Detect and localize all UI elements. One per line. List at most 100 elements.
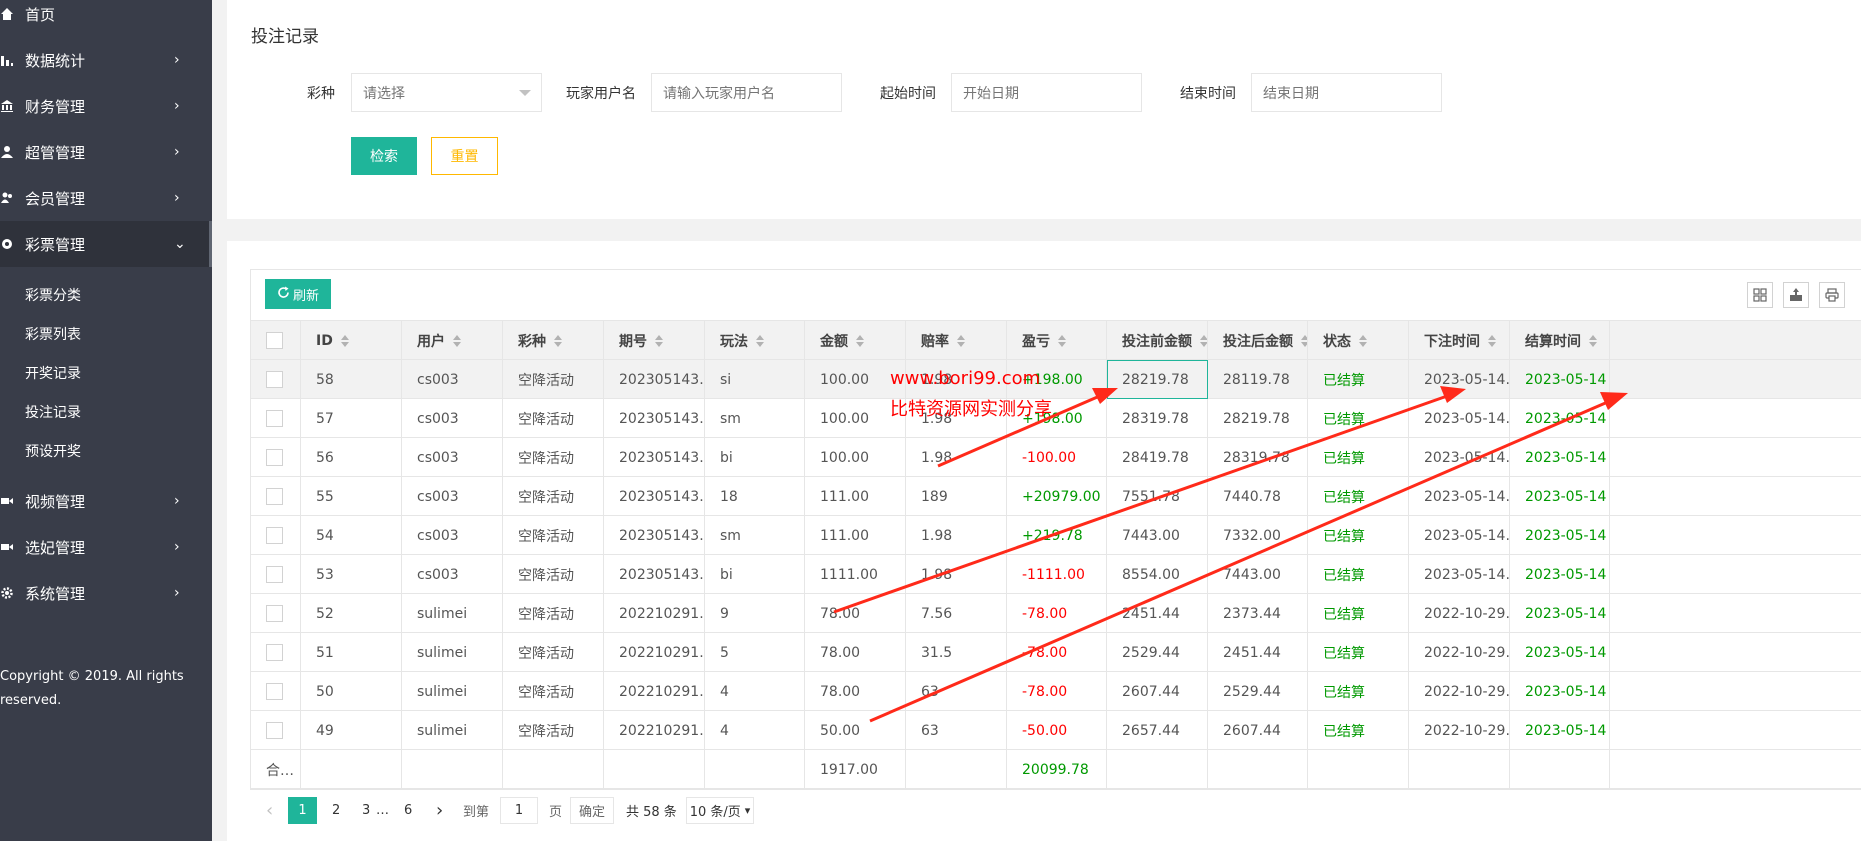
table-cell: 28319.78 bbox=[1107, 399, 1208, 438]
table-cell bbox=[604, 750, 705, 789]
row-select-cell bbox=[251, 516, 301, 555]
select-all-checkbox[interactable] bbox=[266, 332, 283, 349]
refresh-button[interactable]: 刷新 bbox=[265, 279, 331, 309]
table-cell: cs003 bbox=[402, 399, 503, 438]
print-icon[interactable] bbox=[1819, 282, 1845, 308]
page-size-select[interactable]: 10 条/页 ▾ bbox=[686, 797, 754, 824]
chevron-down-icon: ▾ bbox=[744, 804, 751, 817]
table-cell: cs003 bbox=[402, 477, 503, 516]
end-date-input[interactable]: 结束日期 bbox=[1251, 73, 1442, 112]
row-checkbox[interactable] bbox=[266, 488, 283, 505]
column-header[interactable]: 用户 bbox=[402, 321, 503, 360]
row-checkbox[interactable] bbox=[266, 527, 283, 544]
table-cell: 53 bbox=[301, 555, 402, 594]
table-cell: cs003 bbox=[402, 360, 503, 399]
sort-icon[interactable] bbox=[856, 334, 864, 347]
page-3-button[interactable]: 3 bbox=[362, 797, 370, 824]
sort-icon[interactable] bbox=[453, 334, 461, 347]
table-cell: 2657.44 bbox=[1107, 711, 1208, 750]
sort-icon[interactable] bbox=[957, 334, 965, 347]
player-input[interactable]: 请输入玩家用户名 bbox=[651, 73, 842, 112]
sidebar-subitem-draw-record[interactable]: 开奖记录 bbox=[25, 363, 81, 383]
row-checkbox[interactable] bbox=[266, 371, 283, 388]
sidebar-subitem-preset-draw[interactable]: 预设开奖 bbox=[25, 441, 81, 461]
column-header[interactable]: 投注后金额 bbox=[1208, 321, 1308, 360]
row-select-cell bbox=[251, 555, 301, 594]
table-cell: 1111.00 bbox=[805, 555, 906, 594]
table-cell: 78.00 bbox=[805, 633, 906, 672]
row-checkbox[interactable] bbox=[266, 566, 283, 583]
columns-filter-icon[interactable] bbox=[1747, 282, 1773, 308]
prev-page-button[interactable]: ‹ bbox=[266, 797, 273, 824]
nav-item-system[interactable]: 系统管理 › bbox=[0, 570, 212, 616]
column-header[interactable]: 投注前金额 bbox=[1107, 321, 1208, 360]
sort-icon[interactable] bbox=[1488, 334, 1496, 347]
column-header[interactable]: 结算时间 bbox=[1510, 321, 1610, 360]
column-header[interactable]: 状态 bbox=[1308, 321, 1409, 360]
sort-icon[interactable] bbox=[1589, 334, 1597, 347]
table-cell: 2022-10-29… bbox=[1409, 633, 1510, 672]
table-cell: 2022-10-29… bbox=[1409, 594, 1510, 633]
nav-item-stats[interactable]: 数据统计 › bbox=[0, 37, 212, 83]
column-header[interactable]: 金额 bbox=[805, 321, 906, 360]
row-checkbox[interactable] bbox=[266, 683, 283, 700]
table-cell: 空降活动 bbox=[503, 399, 604, 438]
next-page-button[interactable]: › bbox=[436, 797, 443, 824]
table-cell bbox=[402, 750, 503, 789]
bar-chart-icon bbox=[0, 53, 14, 67]
nav-item-finance[interactable]: 财务管理 › bbox=[0, 83, 212, 129]
row-checkbox[interactable] bbox=[266, 644, 283, 661]
nav-item-concubine[interactable]: 选妃管理 › bbox=[0, 524, 212, 570]
row-checkbox[interactable] bbox=[266, 410, 283, 427]
table-cell: 4 bbox=[705, 672, 805, 711]
table-cell: 2023-05-14… bbox=[1409, 477, 1510, 516]
row-checkbox[interactable] bbox=[266, 449, 283, 466]
page-6-button[interactable]: 6 bbox=[404, 797, 412, 824]
video-icon bbox=[0, 540, 14, 554]
sort-icon[interactable] bbox=[340, 334, 349, 347]
export-icon[interactable] bbox=[1783, 282, 1809, 308]
sidebar-subitem-list[interactable]: 彩票列表 bbox=[25, 324, 81, 344]
nav-item-video[interactable]: 视频管理 › bbox=[0, 478, 212, 524]
lottery-select[interactable]: 请选择 bbox=[351, 73, 542, 112]
page-1-button[interactable]: 1 bbox=[288, 797, 317, 824]
nav-item-home[interactable]: 首页 bbox=[0, 0, 212, 37]
table-cell: 2529.44 bbox=[1208, 672, 1308, 711]
column-header[interactable]: 盈亏 bbox=[1007, 321, 1107, 360]
column-header[interactable]: 期号 bbox=[604, 321, 705, 360]
table-row: 53 cs003 空降活动 202305143… bi 1111.00 1.98 -1111.… bbox=[251, 555, 1861, 594]
nav-item-members[interactable]: 会员管理 › bbox=[0, 175, 212, 221]
sort-icon[interactable] bbox=[655, 334, 663, 347]
page-2-button[interactable]: 2 bbox=[332, 797, 340, 824]
nav-item-lottery[interactable]: 彩票管理 ⌄ bbox=[0, 221, 212, 267]
sidebar-subitem-category[interactable]: 彩票分类 bbox=[25, 285, 81, 305]
column-header[interactable]: 玩法 bbox=[705, 321, 805, 360]
column-header[interactable]: 赔率 bbox=[906, 321, 1007, 360]
sidebar: 首页 数据统计 › 财务管理 › 超管管理 › 会员管理 › 彩票管理 ⌄ 彩票… bbox=[0, 0, 212, 841]
sort-icon[interactable] bbox=[1301, 334, 1307, 347]
sort-icon[interactable] bbox=[756, 334, 764, 347]
table-cell: 28219.78 bbox=[1208, 399, 1308, 438]
table-row: 56 cs003 空降活动 202305143… bi 100.00 1.98 -100.00… bbox=[251, 438, 1861, 477]
sort-icon[interactable] bbox=[1359, 334, 1367, 347]
nav-item-admin[interactable]: 超管管理 › bbox=[0, 129, 212, 175]
reset-button[interactable]: 重置 bbox=[431, 137, 498, 175]
search-button[interactable]: 检索 bbox=[351, 137, 417, 175]
sort-icon[interactable] bbox=[554, 334, 562, 347]
sort-icon[interactable] bbox=[1058, 334, 1066, 347]
sort-icon[interactable] bbox=[1200, 334, 1207, 347]
column-header[interactable]: ID bbox=[301, 321, 402, 360]
chevron-right-icon: › bbox=[174, 190, 180, 206]
player-label: 玩家用户名 bbox=[566, 86, 636, 102]
row-checkbox[interactable] bbox=[266, 605, 283, 622]
sidebar-subitem-bet-record[interactable]: 投注记录 bbox=[25, 402, 81, 422]
goto-page-input[interactable]: 1 bbox=[500, 797, 538, 824]
table-cell: 2023-05-14 18:02 bbox=[1510, 633, 1610, 672]
nav-item-label: 选妃管理 bbox=[25, 538, 86, 557]
column-header[interactable]: 下注时间 bbox=[1409, 321, 1510, 360]
table-cell bbox=[705, 750, 805, 789]
goto-confirm-button[interactable]: 确定 bbox=[570, 797, 614, 824]
start-date-input[interactable]: 开始日期 bbox=[951, 73, 1142, 112]
row-checkbox[interactable] bbox=[266, 722, 283, 739]
column-header[interactable]: 彩种 bbox=[503, 321, 604, 360]
